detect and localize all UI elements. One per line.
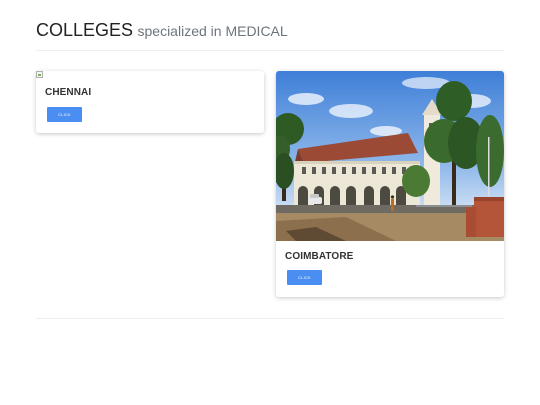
card-title-coimbatore: COIMBATORE	[285, 251, 354, 262]
broken-image-icon	[36, 71, 43, 78]
bottom-divider	[36, 318, 504, 319]
card-title-chennai: CHENNAI	[45, 87, 92, 98]
page-title: COLLEGES	[36, 20, 134, 40]
coimbatore-click-button[interactable]: CLICK	[287, 270, 322, 285]
college-card-coimbatore: COIMBATORE CLICK	[276, 71, 504, 297]
page-subtitle: specialized in MEDICAL	[137, 23, 288, 39]
college-building-photo	[276, 71, 504, 241]
college-card-chennai: CHENNAI CLICK	[36, 71, 264, 133]
page: COLLEGES specialized in MEDICAL CHENNAI …	[0, 0, 540, 405]
chennai-click-button[interactable]: CLICK	[47, 107, 82, 122]
top-divider	[36, 50, 504, 51]
page-header: COLLEGES specialized in MEDICAL	[36, 20, 288, 41]
